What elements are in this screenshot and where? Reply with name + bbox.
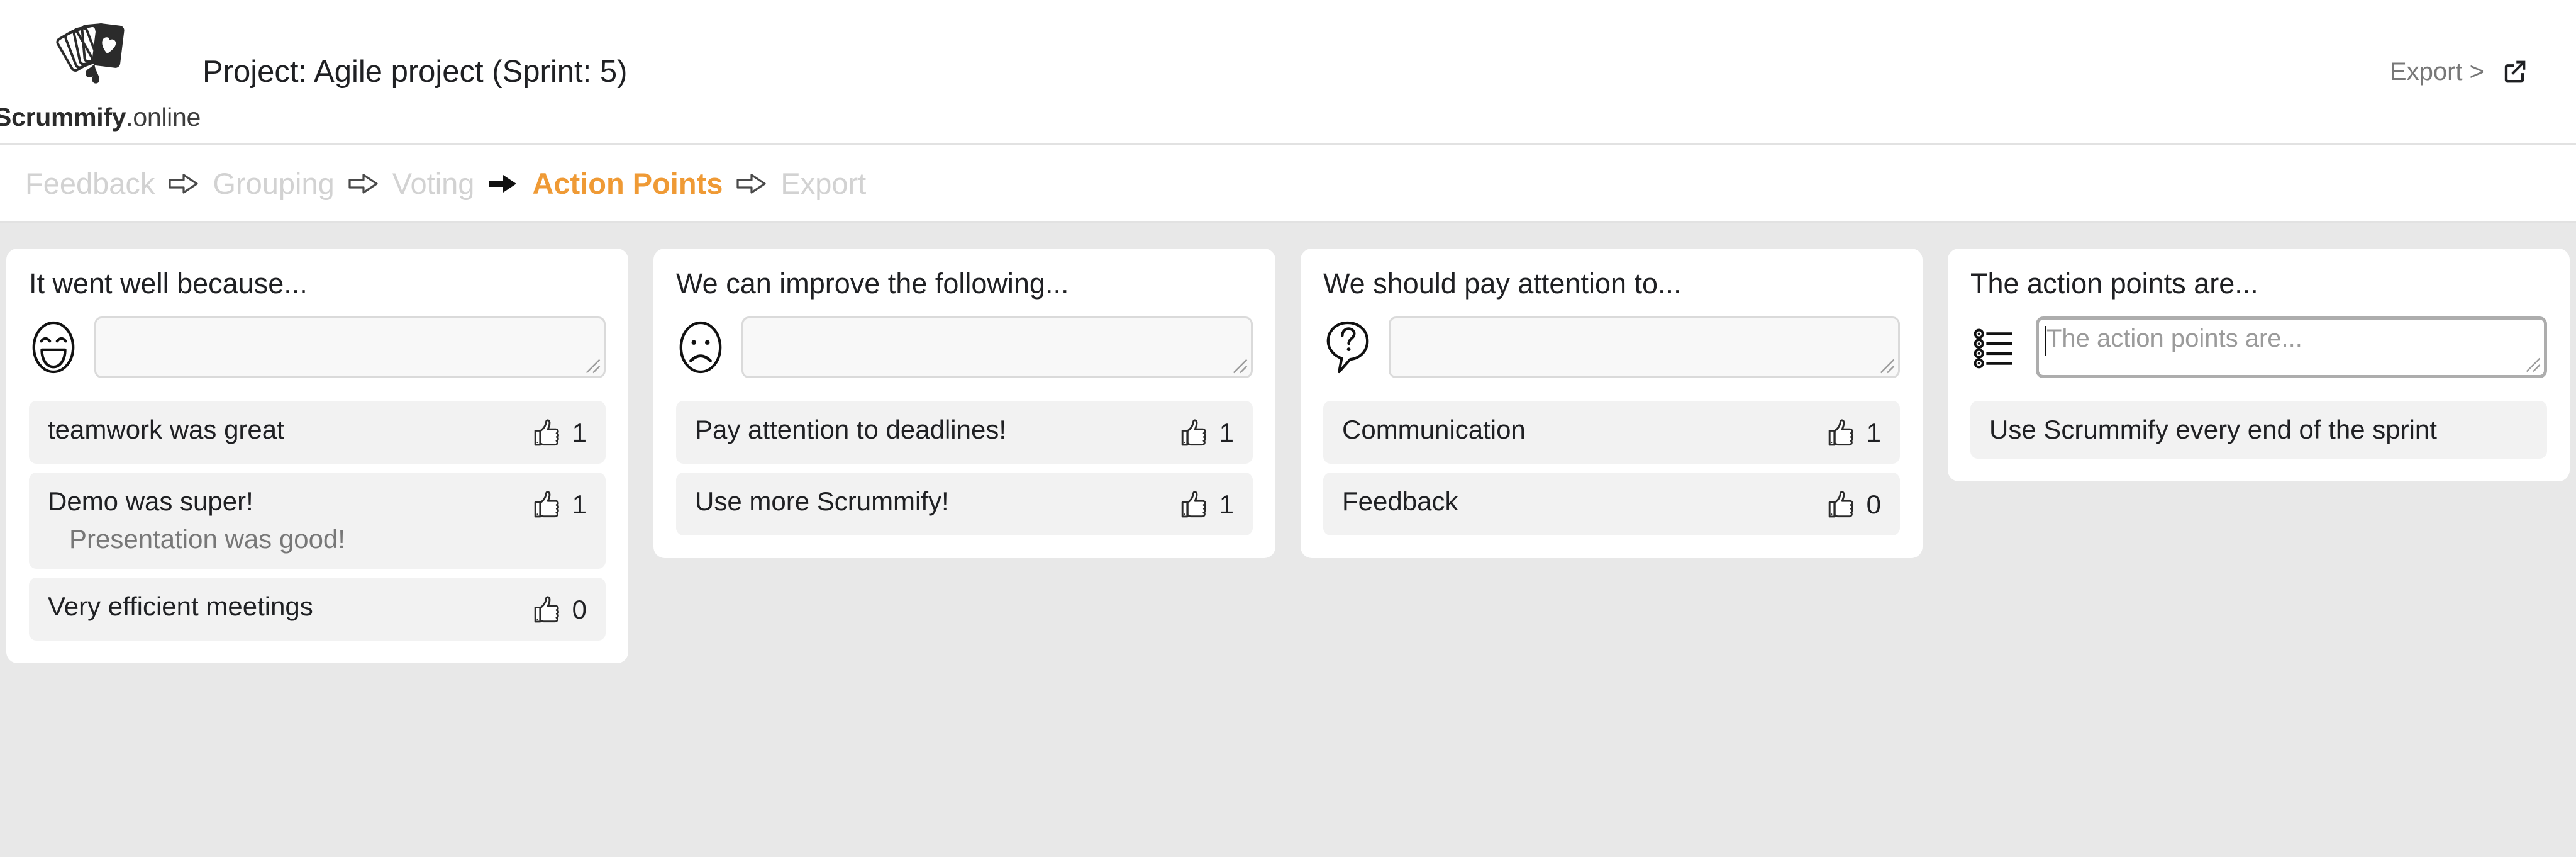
vote-count: 1 [1219, 418, 1234, 447]
column-pay-attention: We should pay attention to... Communicat… [1301, 249, 1923, 558]
nav-arrow-hollow-icon [735, 171, 768, 196]
list-item[interactable]: Use Scrummify every end of the sprint [1970, 401, 2547, 459]
nav-step-feedback[interactable]: Feedback [25, 166, 155, 201]
thumbs-up-icon [1181, 419, 1206, 446]
entry-row [1323, 316, 1900, 378]
nav-step-grouping[interactable]: Grouping [213, 166, 334, 201]
list-item[interactable]: Feedback 0 [1323, 473, 1900, 535]
thumbs-up-icon [1828, 491, 1853, 518]
brand-logo[interactable]: Scrummify.online [0, 12, 201, 132]
nav-arrow-solid-icon [487, 171, 519, 196]
nav-arrow-hollow-icon [347, 171, 380, 196]
page-title: Project: Agile project (Sprint: 5) [203, 55, 628, 89]
vote-control[interactable]: 1 [531, 415, 587, 450]
list-item-texts: Use more Scrummify! [695, 486, 1163, 517]
card-went-well: It went well because... teamwork was gre… [6, 249, 628, 663]
list-item-texts: teamwork was great [48, 415, 516, 445]
vote-count: 1 [572, 418, 587, 447]
brand-wordmark: Scrummify.online [0, 103, 201, 132]
vote-count: 0 [1866, 490, 1881, 519]
list-item-text: Communication [1342, 415, 1526, 444]
card-improve: We can improve the following... Pay atte… [653, 249, 1275, 558]
list-item-text: Use more Scrummify! [695, 486, 949, 516]
card-action-points: The action points are... The action poin… [1948, 249, 2570, 482]
vote-count: 1 [1866, 418, 1881, 447]
list-item[interactable]: teamwork was great 1 [29, 401, 606, 464]
vote-control[interactable]: 1 [1178, 415, 1234, 450]
list-item-text: Feedback [1342, 486, 1458, 516]
thumbs-up-icon [1828, 419, 1853, 446]
vote-count: 1 [1219, 490, 1234, 519]
action-points-input-placeholder: The action points are... [2046, 325, 2302, 352]
bullet-list-icon [1974, 328, 2012, 369]
list-item[interactable]: Demo was super! Presentation was good! 1 [29, 473, 606, 569]
list-item-text: Very efficient meetings [48, 591, 313, 621]
card-title: The action points are... [1970, 267, 2258, 300]
resize-handle-icon[interactable] [2525, 357, 2541, 373]
brand-name-light: .online [126, 102, 201, 132]
list-item-texts: Use Scrummify every end of the sprint [1989, 415, 2528, 445]
list-item[interactable]: Communication 1 [1323, 401, 1900, 464]
breadcrumb: Feedback Grouping Voting Action Points E… [0, 143, 2576, 223]
card-title: We can improve the following... [676, 267, 1069, 300]
external-link-icon [2504, 60, 2526, 83]
list-item-subtext: Presentation was good! [69, 524, 345, 554]
list-item-text: teamwork was great [48, 415, 284, 444]
vote-count: 1 [572, 490, 587, 519]
resize-handle-icon[interactable] [1879, 358, 1896, 374]
playing-cards-heart-logo-icon [56, 23, 125, 84]
vote-control[interactable]: 1 [1178, 486, 1234, 522]
card-title: It went well because... [29, 267, 308, 300]
thumbs-up-icon [1181, 491, 1206, 518]
action-points-input[interactable]: The action points are... [2036, 316, 2547, 378]
entry-row [29, 316, 606, 378]
column-action-points: The action points are... The action poin… [1948, 249, 2570, 482]
nav-step-voting[interactable]: Voting [392, 166, 475, 201]
thumbs-up-icon [534, 491, 559, 518]
happy-face-icon [32, 321, 75, 374]
vote-control[interactable]: 0 [531, 591, 587, 627]
list-item[interactable]: Very efficient meetings 0 [29, 577, 606, 641]
sad-face-icon [679, 321, 722, 374]
list-item[interactable]: Pay attention to deadlines! 1 [676, 401, 1253, 464]
list-item-text: Use Scrummify every end of the sprint [1989, 415, 2437, 444]
export-button-label: Export > [2389, 57, 2484, 86]
list-item[interactable]: Use more Scrummify! 1 [676, 473, 1253, 535]
vote-count: 0 [572, 594, 587, 624]
resize-handle-icon[interactable] [585, 358, 601, 374]
thumbs-up-icon [534, 595, 559, 622]
list-item-texts: Demo was super! Presentation was good! [48, 486, 516, 555]
feedback-input-went-well[interactable] [94, 316, 606, 378]
list-item-texts: Communication [1342, 415, 1810, 445]
nav-step-export[interactable]: Export [780, 166, 866, 201]
entry-row [676, 316, 1253, 378]
feedback-input-pay-attention[interactable] [1389, 316, 1900, 378]
list-item-text: Pay attention to deadlines! [695, 415, 1007, 444]
column-went-well: It went well because... teamwork was gre… [6, 249, 628, 663]
list-item-texts: Pay attention to deadlines! [695, 415, 1163, 445]
list-item-texts: Very efficient meetings [48, 591, 516, 622]
list-item-texts: Feedback [1342, 486, 1810, 517]
list-item-text: Demo was super! [48, 486, 253, 516]
nav-arrow-hollow-icon [167, 171, 200, 196]
vote-control[interactable]: 1 [1825, 415, 1881, 450]
question-speech-bubble-icon [1326, 321, 1369, 374]
app-header: Scrummify.online Project: Agile project … [0, 0, 2576, 143]
export-button[interactable]: Export > [2390, 55, 2531, 88]
nav-step-action-points[interactable]: Action Points [532, 166, 723, 201]
vote-control[interactable]: 1 [531, 486, 587, 522]
entry-row: The action points are... [1970, 316, 2547, 378]
card-pay-attention: We should pay attention to... Communicat… [1301, 249, 1923, 558]
thumbs-up-icon [534, 419, 559, 446]
feedback-input-improve[interactable] [741, 316, 1253, 378]
column-improve: We can improve the following... Pay atte… [653, 249, 1275, 558]
vote-control[interactable]: 0 [1825, 486, 1881, 522]
resize-handle-icon[interactable] [1232, 358, 1248, 374]
retrospective-board: It went well because... teamwork was gre… [0, 223, 2576, 663]
brand-name-bold: Scrummify [0, 102, 126, 132]
card-title: We should pay attention to... [1323, 267, 1682, 300]
